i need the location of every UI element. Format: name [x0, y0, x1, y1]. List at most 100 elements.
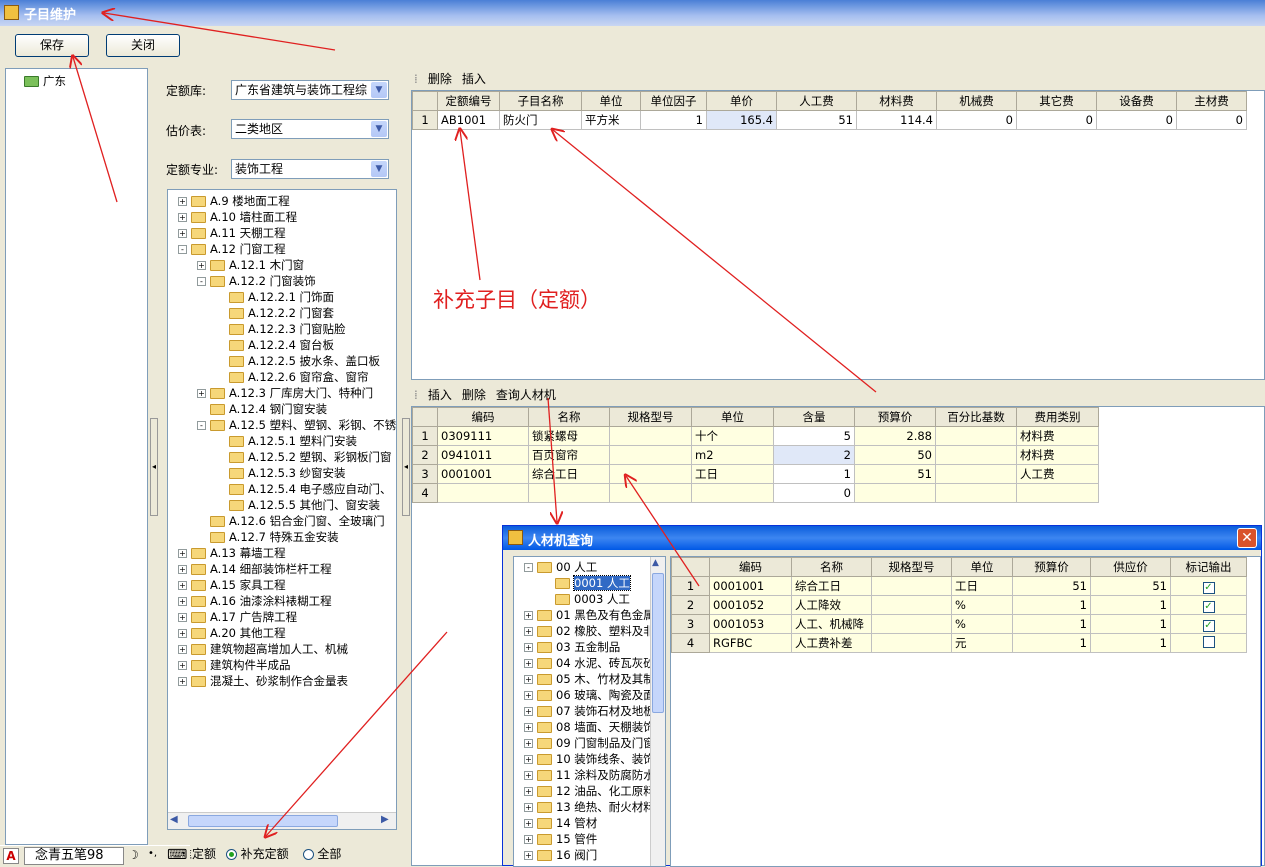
region-tree[interactable]: 广东 [5, 68, 148, 845]
tree-item[interactable]: +11 涂料及防腐防水 [524, 767, 655, 783]
column-header[interactable]: 供应价 [1090, 557, 1171, 577]
table-cell[interactable]: 1 [1090, 614, 1171, 634]
column-header[interactable]: 含量 [773, 407, 855, 427]
table-cell[interactable]: 人工费补差 [791, 633, 872, 653]
expand-icon[interactable]: + [178, 197, 187, 206]
table-cell[interactable]: 十个 [691, 426, 774, 446]
table-cell[interactable]: 综合工日 [528, 464, 610, 484]
column-header[interactable]: 名称 [791, 557, 872, 577]
quota-major-select[interactable]: 装饰工程 ▼ [231, 159, 389, 179]
expand-icon[interactable]: + [178, 581, 187, 590]
row-number[interactable]: 2 [412, 445, 438, 465]
table-cell[interactable]: 0001052 [709, 595, 792, 615]
table-cell[interactable]: 百页窗帘 [528, 445, 610, 465]
table-cell[interactable]: 0001053 [709, 614, 792, 634]
horizontal-scrollbar[interactable]: ◀ ▶ [168, 812, 396, 829]
table-cell[interactable] [609, 445, 692, 465]
tree-item[interactable]: +05 木、竹材及其制 [524, 671, 655, 687]
table-cell[interactable]: 工日 [691, 464, 774, 484]
quota-chapter-tree[interactable]: + A.9 楼地面工程 + A.10 墙柱面工程 + A.11 天棚工程 - A.12 门窗工… [167, 189, 397, 830]
table-cell[interactable]: 综合工日 [791, 576, 872, 596]
save-button[interactable]: 保存 [15, 34, 89, 57]
tree-item[interactable]: A.12.2.6 窗帘盒、窗帘 [216, 369, 369, 385]
expand-icon[interactable]: + [178, 213, 187, 222]
table-cell[interactable]: 1 [1012, 614, 1091, 634]
tree-item[interactable]: A.12.5.2 塑钢、彩钢板门窗 [216, 449, 392, 465]
table-cell[interactable]: 1 [1012, 633, 1091, 653]
tree-item[interactable]: A.12.2.4 窗台板 [216, 337, 334, 353]
expand-icon[interactable]: + [178, 677, 187, 686]
row-number[interactable]: 3 [671, 614, 710, 634]
table-cell[interactable]: 50 [854, 445, 936, 465]
expand-icon[interactable]: + [524, 643, 533, 652]
table-cell[interactable]: 0 [1096, 110, 1177, 130]
tree-item[interactable]: A.12.7 特殊五金安装 [197, 529, 339, 545]
close-button[interactable]: 关闭 [106, 34, 180, 57]
table-cell[interactable] [1016, 483, 1099, 503]
query-material-button[interactable]: 查询人材机 [496, 388, 556, 402]
tree-item[interactable]: A.12.5.1 塑料门安装 [216, 433, 357, 449]
table-cell[interactable] [691, 483, 774, 503]
mark-output-cell[interactable] [1170, 633, 1247, 653]
expand-icon[interactable]: + [524, 739, 533, 748]
tree-item[interactable]: +02 橡胶、塑料及非 [524, 623, 655, 639]
table-cell[interactable]: 1 [1090, 633, 1171, 653]
row-number[interactable]: 1 [671, 576, 710, 596]
column-header[interactable]: 材料费 [856, 91, 937, 111]
ime-mode-icon[interactable]: A [3, 848, 19, 864]
tree-item[interactable]: +14 管材 [524, 815, 597, 831]
row-number[interactable]: 1 [412, 110, 438, 130]
table-cell[interactable]: 人工费 [1016, 464, 1099, 484]
splitter-handle-left[interactable]: ◂ [150, 418, 158, 516]
table-cell[interactable] [528, 483, 610, 503]
tree-item[interactable]: + A.17 广告牌工程 [178, 609, 297, 625]
column-header[interactable]: 单位因子 [640, 91, 707, 111]
material-category-tree[interactable]: -00 人工 0001 人工 0003 人工 +01 黑色及有色金属 +02 橡胶、塑料… [513, 556, 666, 867]
expand-icon[interactable]: + [178, 629, 187, 638]
table-row[interactable]: 3 0001001 综合工日 工日 1 51 人工费 [412, 464, 1099, 484]
table-cell[interactable]: 0941011 [437, 445, 529, 465]
checked-icon[interactable]: ✓ [1202, 581, 1215, 594]
table-cell[interactable] [609, 464, 692, 484]
tree-item[interactable]: + A.9 楼地面工程 [178, 193, 290, 209]
tree-vertical-scrollbar[interactable]: ▲ [650, 557, 665, 866]
punctuation-icon[interactable]: •, [148, 848, 157, 859]
material-list-grid[interactable]: 编码 名称 规格型号 单位 预算价 供应价 标记输出 1 0001001 综合工日 工日 51 51 ✓ 2… [671, 557, 1247, 653]
column-header[interactable]: 机械费 [936, 91, 1017, 111]
expand-icon[interactable]: + [178, 597, 187, 606]
tree-item[interactable]: A.12.6 铝合金门窗、全玻璃门 [197, 513, 385, 529]
column-header[interactable]: 预算价 [1012, 557, 1091, 577]
tree-item[interactable]: +01 黑色及有色金属 [524, 607, 655, 623]
tree-item-guangdong[interactable]: 广东 [24, 73, 66, 89]
tree-item[interactable]: +07 装饰石材及地板 [524, 703, 655, 719]
tree-item[interactable]: A.12.2.1 门饰面 [216, 289, 334, 305]
table-cell[interactable] [871, 614, 952, 634]
table-cell[interactable] [935, 426, 1017, 446]
mark-output-cell[interactable]: ✓ [1170, 614, 1247, 634]
row-number[interactable]: 3 [412, 464, 438, 484]
expand-icon[interactable]: + [197, 261, 206, 270]
tree-item[interactable]: A.12.5.4 电子感应自动门、 [216, 481, 392, 497]
column-header[interactable]: 标记输出 [1170, 557, 1247, 577]
scroll-right-icon[interactable]: ▶ [381, 814, 389, 825]
table-cell[interactable] [935, 445, 1017, 465]
tree-item[interactable]: +16 阀门 [524, 847, 597, 863]
table-cell[interactable]: 51 [1012, 576, 1091, 596]
table-cell[interactable]: 0 [936, 110, 1017, 130]
table-cell[interactable]: 51 [1090, 576, 1171, 596]
tree-item[interactable]: A.12.5.3 纱窗安装 [216, 465, 346, 481]
expand-icon[interactable]: + [524, 803, 533, 812]
tree-item[interactable]: +15 管件 [524, 831, 597, 847]
tree-item[interactable]: A.12.4 钢门窗安装 [197, 401, 327, 417]
price-table-select[interactable]: 二类地区 ▼ [231, 119, 389, 139]
chevron-down-icon[interactable]: ▼ [371, 161, 387, 177]
column-header[interactable]: 费用类别 [1016, 407, 1099, 427]
unchecked-icon[interactable] [1202, 635, 1215, 648]
tree-item[interactable]: +06 玻璃、陶瓷及面 [524, 687, 655, 703]
column-header[interactable]: 单位 [951, 557, 1013, 577]
row-number[interactable]: 2 [671, 595, 710, 615]
expand-icon[interactable]: + [524, 723, 533, 732]
tree-item[interactable]: +09 门窗制品及门窗 [524, 735, 655, 751]
scroll-thumb[interactable] [652, 573, 664, 713]
tree-item[interactable]: A.12.2.2 门窗套 [216, 305, 334, 321]
